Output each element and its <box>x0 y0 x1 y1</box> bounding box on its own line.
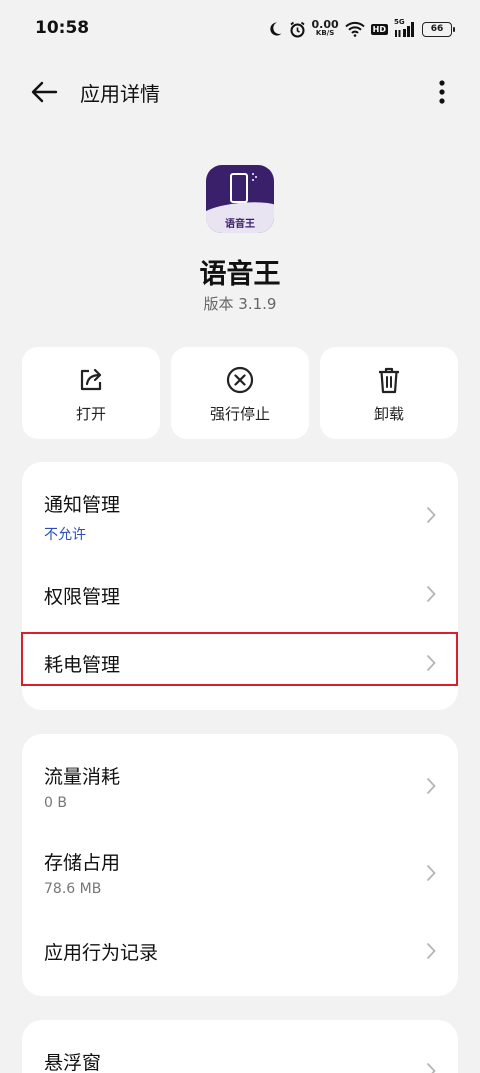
open-button[interactable]: 打开 <box>22 347 160 439</box>
uninstall-button[interactable]: 卸载 <box>320 347 458 439</box>
more-options-button[interactable] <box>434 76 450 108</box>
app-icon-text: 语音王 <box>225 219 255 230</box>
chevron-right-icon <box>424 504 438 526</box>
chevron-right-icon <box>424 775 438 797</box>
status-icons: 0.00 KB/S HD 5G 66 <box>267 16 455 42</box>
more-vertical-icon <box>439 80 445 104</box>
page-title: 应用详情 <box>80 82 160 106</box>
highlight-box <box>21 632 458 686</box>
uninstall-label: 卸载 <box>373 405 404 423</box>
list-item-permissions[interactable]: 权限管理 <box>22 570 458 634</box>
force-stop-icon <box>226 365 254 395</box>
app-icon: 语音王 <box>206 165 274 233</box>
open-label: 打开 <box>75 405 106 423</box>
net-speed-value: 0.00 <box>311 18 339 31</box>
wifi-icon <box>344 21 365 37</box>
app-name: 语音王 <box>199 259 281 290</box>
status-bar: 10:58 0.00 KB/S HD 5G 66 <box>0 0 480 58</box>
open-external-icon <box>78 365 104 395</box>
force-stop-button[interactable]: 强行停止 <box>171 347 309 439</box>
list-item-app-behavior[interactable]: 应用行为记录 <box>22 914 458 984</box>
permissions-title: 权限管理 <box>44 586 121 608</box>
list-item-floating-window[interactable]: 悬浮窗 <box>22 1020 458 1073</box>
chevron-right-icon <box>424 940 438 962</box>
chevron-right-icon <box>424 583 438 605</box>
floating-window-title: 悬浮窗 <box>44 1052 102 1073</box>
moon-icon <box>267 21 283 37</box>
signal-icon: 5G <box>394 18 416 38</box>
settings-card-3: 悬浮窗 <box>22 1020 458 1073</box>
notification-status: 不允许 <box>44 527 86 543</box>
battery-level: 66 <box>430 24 444 34</box>
net-speed-unit: KB/S <box>315 29 335 37</box>
storage-title: 存储占用 <box>44 852 121 874</box>
app-behavior-title: 应用行为记录 <box>44 942 159 964</box>
list-item-notification[interactable]: 通知管理 不允许 <box>22 462 458 570</box>
back-button[interactable] <box>28 76 60 108</box>
data-usage-title: 流量消耗 <box>44 766 121 788</box>
data-usage-value: 0 B <box>44 795 67 811</box>
chevron-right-icon <box>424 1060 438 1073</box>
list-item-data-usage[interactable]: 流量消耗 0 B <box>22 734 458 828</box>
chevron-right-icon <box>424 862 438 884</box>
alarm-icon <box>289 21 306 38</box>
net-speed: 0.00 KB/S <box>311 18 339 38</box>
force-stop-label: 强行停止 <box>209 405 270 423</box>
battery-icon: 66 <box>422 21 455 37</box>
list-item-storage[interactable]: 存储占用 78.6 MB <box>22 828 458 914</box>
notification-title: 通知管理 <box>44 494 121 516</box>
trash-icon <box>376 365 402 395</box>
hd-icon: HD <box>370 23 388 35</box>
arrow-left-icon <box>31 81 58 103</box>
phone-icon <box>230 173 248 203</box>
app-version: 版本 3.1.9 <box>203 295 277 313</box>
settings-card-2: 流量消耗 0 B 存储占用 78.6 MB 应用行为记录 <box>22 734 458 996</box>
status-time: 10:58 <box>35 18 90 38</box>
storage-value: 78.6 MB <box>44 881 102 897</box>
